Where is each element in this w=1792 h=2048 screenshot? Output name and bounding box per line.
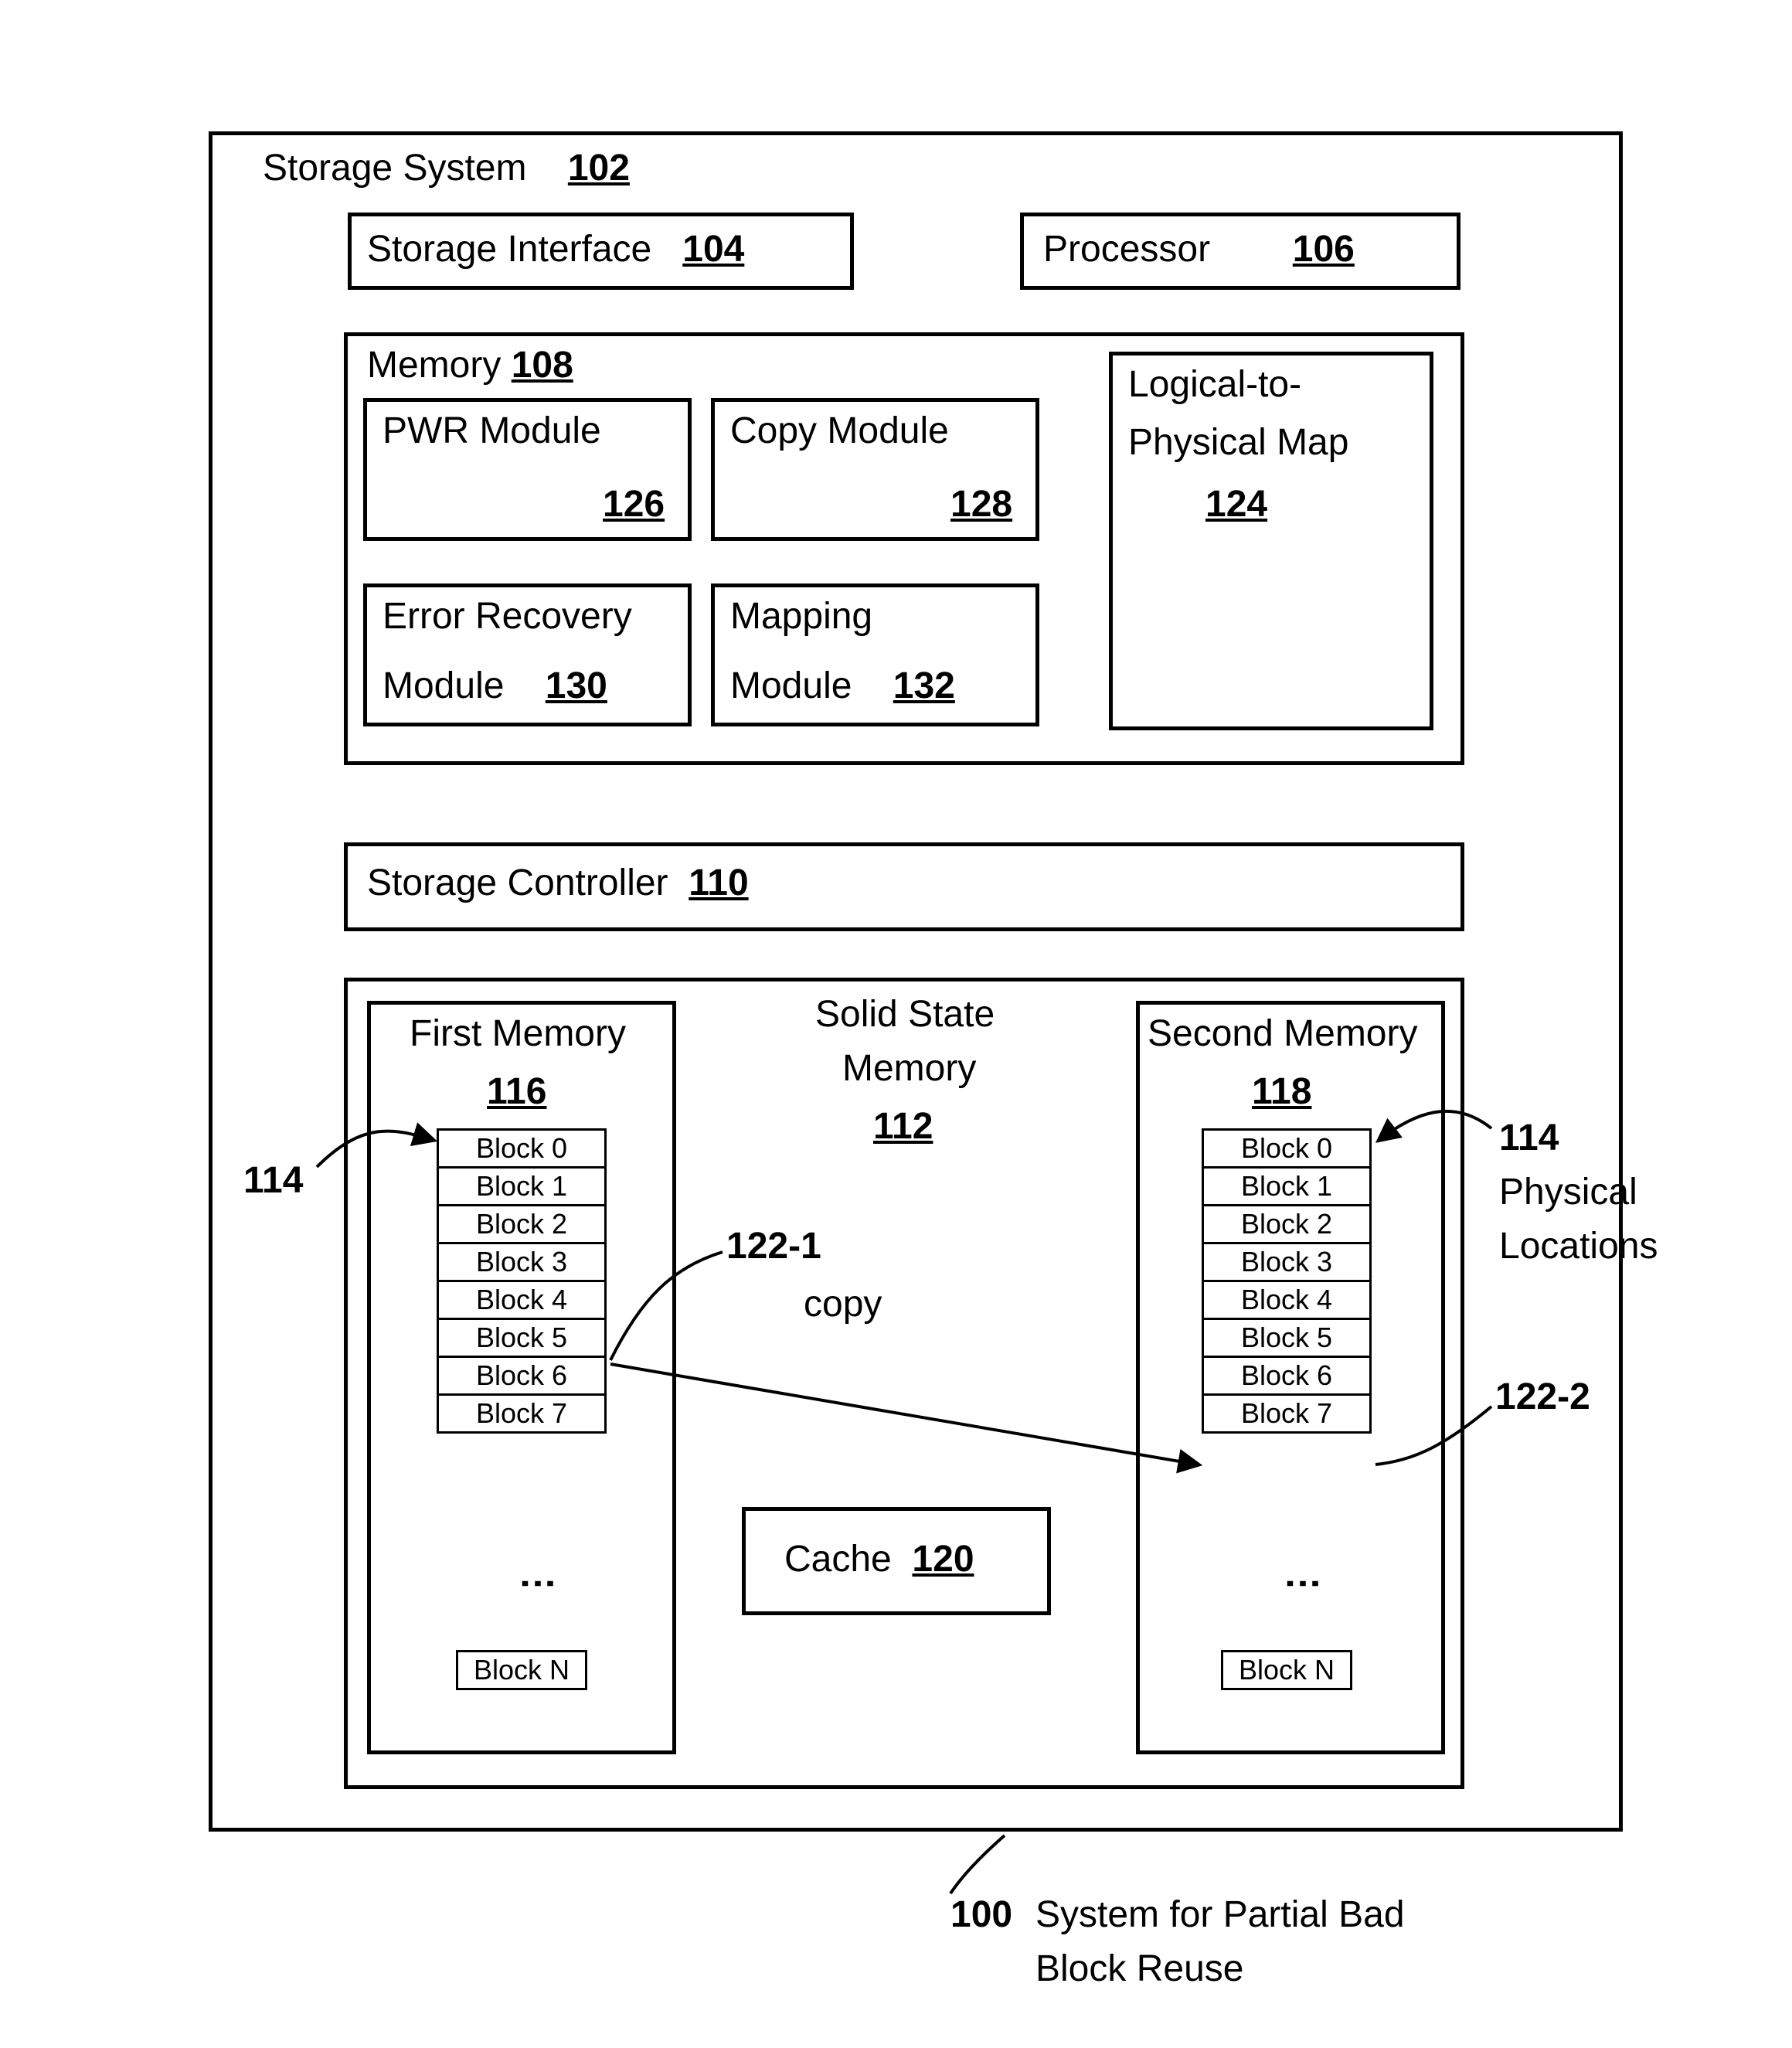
memory-block: Block 5 — [437, 1320, 607, 1358]
memory-block: Block 1 — [1202, 1169, 1372, 1206]
memory-block: Block 7 — [1202, 1396, 1372, 1434]
footer-line1: System for Partial Bad — [1035, 1893, 1405, 1936]
mapping-module-line2: Module 132 — [730, 665, 955, 707]
diagram-canvas: Storage System 102 Storage Interface 104… — [31, 31, 1792, 2017]
memory-block: Block 0 — [437, 1128, 607, 1169]
l2p-line2: Physical Map — [1128, 421, 1348, 464]
memory-block: Block 2 — [437, 1206, 607, 1244]
memory-block: Block 1 — [437, 1169, 607, 1206]
copy-word: copy — [804, 1283, 882, 1325]
callout-122-2: 122-2 — [1495, 1376, 1590, 1418]
first-memory-blocks: Block 0Block 1Block 2Block 3Block 4Block… — [437, 1128, 607, 1434]
memory-block: Block 2 — [1202, 1206, 1372, 1244]
callout-114-right-line1: Physical — [1499, 1171, 1637, 1213]
error-recovery-line1: Error Recovery — [383, 595, 632, 638]
callout-114-left: 114 — [243, 1159, 303, 1202]
storage-interface-label: Storage Interface 104 — [367, 228, 744, 270]
first-memory-ref: 116 — [487, 1070, 546, 1113]
memory-block: Block 5 — [1202, 1320, 1372, 1358]
callout-122-1: 122-1 — [726, 1225, 821, 1267]
pwr-module-line1: PWR Module — [383, 410, 601, 452]
copy-module-line1: Copy Module — [730, 410, 949, 452]
second-memory-block-n: Block N — [1221, 1650, 1352, 1690]
callout-114-right-line2: Locations — [1499, 1225, 1658, 1267]
pwr-module-ref: 126 — [603, 483, 665, 526]
memory-block: Block 0 — [1202, 1128, 1372, 1169]
mapping-module-line1: Mapping — [730, 595, 872, 638]
storage-controller-label: Storage Controller 110 — [367, 862, 749, 904]
first-memory-title: First Memory — [410, 1012, 626, 1055]
first-memory-vdots: ⋮ — [516, 1565, 559, 1619]
memory-block: Block 3 — [437, 1244, 607, 1282]
callout-114-right-num: 114 — [1499, 1117, 1559, 1159]
second-memory-ref: 118 — [1252, 1070, 1311, 1113]
l2p-map-box — [1109, 352, 1433, 730]
ssm-line1: Solid State — [815, 993, 995, 1036]
second-memory-blocks: Block 0Block 1Block 2Block 3Block 4Block… — [1202, 1128, 1372, 1434]
memory-block: Block 3 — [1202, 1244, 1372, 1282]
memory-block: Block 6 — [437, 1358, 607, 1396]
memory-label: Memory 108 — [367, 344, 573, 386]
second-memory-vdots: ⋮ — [1281, 1565, 1324, 1619]
memory-block: Block 7 — [437, 1396, 607, 1434]
ssm-line2: Memory — [842, 1047, 976, 1090]
first-memory-block-n: Block N — [456, 1650, 587, 1690]
memory-block: Block 6 — [1202, 1358, 1372, 1396]
error-recovery-line2: Module 130 — [383, 665, 607, 707]
second-memory-title: Second Memory — [1148, 1012, 1417, 1055]
ssm-ref: 112 — [873, 1105, 933, 1148]
l2p-line1: Logical-to- — [1128, 363, 1301, 406]
copy-module-ref: 128 — [950, 483, 1012, 526]
footer-num: 100 — [950, 1893, 1012, 1936]
processor-label: Processor 106 — [1043, 228, 1355, 270]
cache-label: Cache 120 — [784, 1538, 974, 1580]
storage-system-title: Storage System 102 — [263, 147, 630, 189]
footer-line2: Block Reuse — [1035, 1948, 1243, 1990]
memory-block: Block 4 — [1202, 1282, 1372, 1320]
l2p-ref: 124 — [1205, 483, 1267, 526]
memory-block: Block 4 — [437, 1282, 607, 1320]
